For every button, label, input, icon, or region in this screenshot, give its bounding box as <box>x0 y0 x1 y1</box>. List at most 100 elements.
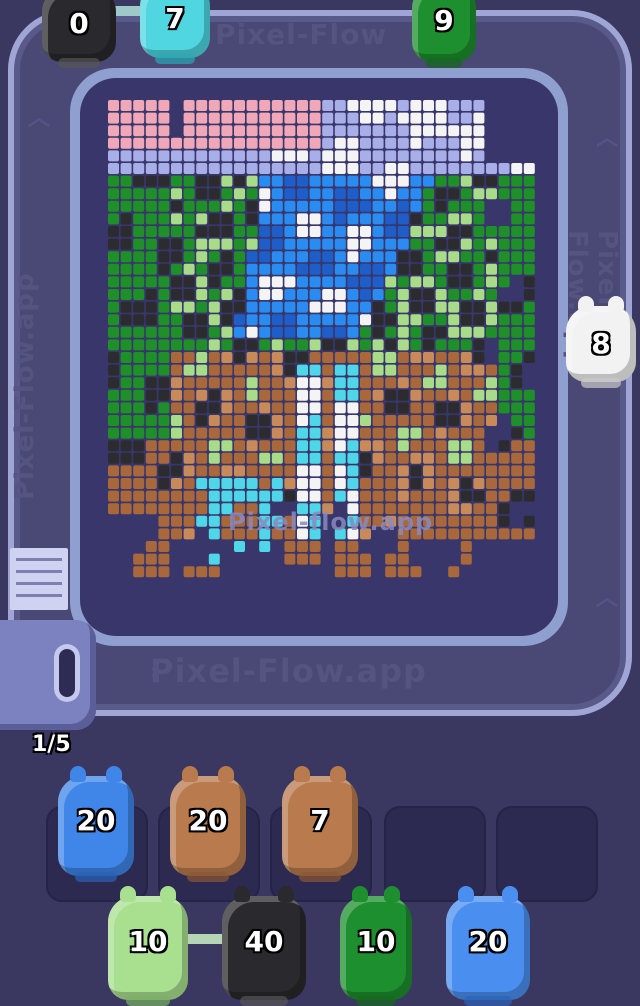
pixel-block <box>120 213 132 225</box>
pixel-block <box>435 238 447 250</box>
pixel-block <box>259 352 271 363</box>
shooter-cyan[interactable]: 7 <box>140 0 210 64</box>
pixel-block <box>435 226 447 237</box>
pixel-block <box>120 352 132 363</box>
pixel-block <box>347 314 359 326</box>
pixel-block <box>423 326 434 338</box>
pixel-block <box>309 175 321 187</box>
pixel-block <box>171 163 182 174</box>
pixel-block <box>448 465 460 477</box>
pixel-block <box>460 125 472 137</box>
shooter-black[interactable]: 0 <box>42 0 116 68</box>
pixel-block <box>259 478 271 489</box>
pixel-block <box>498 478 510 489</box>
pixel-block <box>196 478 208 489</box>
pixel-block <box>448 238 460 250</box>
pixel-block <box>435 150 447 162</box>
pixel-block <box>334 389 346 401</box>
pixel-block <box>360 566 371 578</box>
pixel-block <box>234 377 245 389</box>
pixel-block <box>208 226 220 237</box>
pixel-block <box>183 503 195 515</box>
pixel-block <box>372 175 384 187</box>
pixel-block <box>423 465 434 477</box>
shooter-green[interactable]: 9 <box>412 0 476 68</box>
pixel-block <box>347 326 359 338</box>
pixel-block <box>284 251 296 263</box>
queue-shooter-green[interactable]: 10 <box>340 886 412 1006</box>
pixel-block <box>259 289 271 300</box>
pixel-block <box>171 213 182 225</box>
feet <box>464 996 512 1006</box>
pixel-block <box>372 402 384 414</box>
pixel-block <box>246 213 258 225</box>
pixel-block <box>234 352 245 363</box>
pixel-block <box>133 263 145 275</box>
pixel-block <box>145 503 157 515</box>
pixel-block <box>360 238 371 250</box>
ear <box>278 886 294 902</box>
queue-shooter-blue[interactable]: 20 <box>446 886 530 1006</box>
pixel-block <box>309 137 321 149</box>
pixel-block <box>322 326 334 338</box>
pixel-block <box>460 188 472 200</box>
pixel-block <box>234 301 245 313</box>
pixel-block <box>158 452 170 464</box>
pixel-block <box>423 490 434 502</box>
pixel-block <box>145 226 157 237</box>
pixel-block <box>448 213 460 225</box>
pixel-block <box>171 402 182 414</box>
pixel-block <box>460 200 472 212</box>
pixel-block <box>271 125 283 137</box>
pixel-block <box>183 490 195 502</box>
slot-shooter-blue[interactable]: 20 <box>58 766 134 882</box>
pixel-block <box>523 175 535 187</box>
pixel-block <box>360 490 371 502</box>
pixel-block <box>347 389 359 401</box>
pixel-block <box>385 364 397 376</box>
pixel-block <box>309 440 321 452</box>
pixel-block <box>309 553 321 565</box>
pixel-block <box>435 125 447 137</box>
pixel-block <box>120 389 132 401</box>
pixel-block <box>309 163 321 174</box>
pixel-block <box>460 314 472 326</box>
pixel-block <box>196 352 208 363</box>
pixel-block <box>234 389 245 401</box>
ear <box>70 766 86 782</box>
pixel-block <box>410 490 422 502</box>
pixel-block <box>133 440 145 452</box>
pixel-block <box>133 377 145 389</box>
queue-shooter-lightgreen[interactable]: 10 <box>108 886 188 1006</box>
pixel-block <box>347 541 359 552</box>
pixel-block <box>234 188 245 200</box>
ear <box>106 766 122 782</box>
pixel-block <box>385 125 397 137</box>
pixel-block <box>183 566 195 578</box>
pixel-block <box>435 301 447 313</box>
shooter-white[interactable]: 8 <box>566 296 636 388</box>
pixel-block <box>448 263 460 275</box>
pixel-block <box>523 163 535 174</box>
slot-shooter-brown[interactable]: 20 <box>170 766 246 882</box>
pixel-block <box>208 553 220 565</box>
pixel-block <box>473 452 485 464</box>
slot-shooter-brown[interactable]: 7 <box>282 766 358 882</box>
pixel-block <box>171 137 182 149</box>
pixel-block <box>120 452 132 464</box>
pixel-block <box>347 251 359 263</box>
pixel-block <box>284 276 296 288</box>
pixel-block <box>271 427 283 439</box>
pixel-block <box>158 276 170 288</box>
pixel-block <box>498 188 510 200</box>
queue-shooter-black[interactable]: 40 <box>222 886 306 1006</box>
pixel-block <box>208 125 220 137</box>
pixel-block <box>322 301 334 313</box>
pixel-block <box>246 175 258 187</box>
pixel-block <box>234 175 245 187</box>
pixel-block <box>360 213 371 225</box>
pixel-block <box>259 541 271 552</box>
pixel-block <box>309 452 321 464</box>
pixel-block <box>221 490 233 502</box>
pixel-block <box>309 301 321 313</box>
